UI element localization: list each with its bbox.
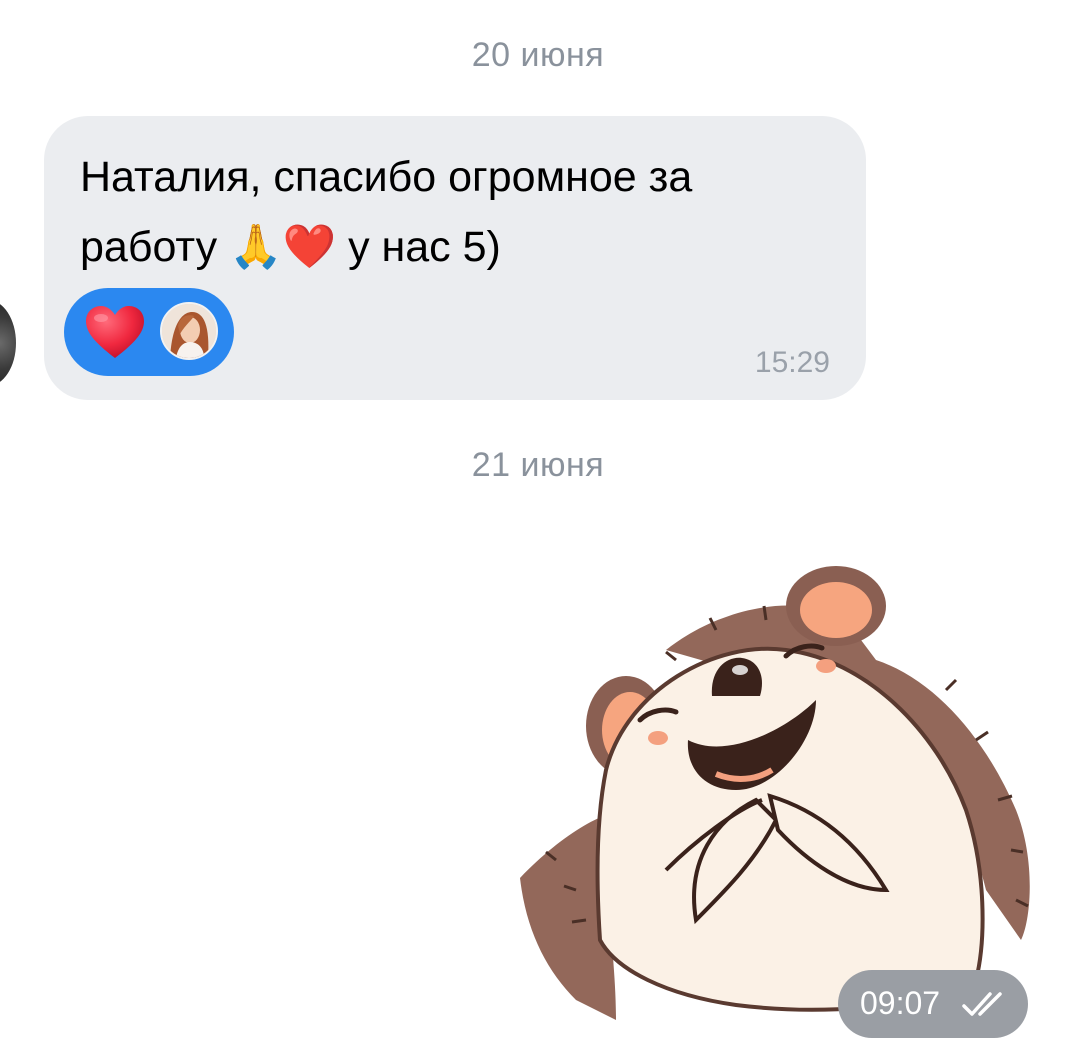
sticker-time: 09:07 [860,985,941,1021]
read-check-icon [962,992,1002,1016]
sender-avatar[interactable] [0,300,16,386]
date-separator-2: 21 июня [471,446,605,484]
reactor-avatar [160,302,218,360]
sticker-time-pill: 09:07 [838,970,1028,1038]
date-separator-1: 20 июня [471,36,605,74]
reaction-pill[interactable] [64,288,234,376]
incoming-message-bubble[interactable]: Наталия, спасибо огромное за работу 🙏❤️ … [44,116,866,400]
message-text: Наталия, спасибо огромное за работу 🙏❤️ … [80,153,693,271]
message-time: 15:29 [754,346,830,379]
heart-icon [86,306,144,358]
hedgehog-sticker[interactable] [516,560,1036,1020]
